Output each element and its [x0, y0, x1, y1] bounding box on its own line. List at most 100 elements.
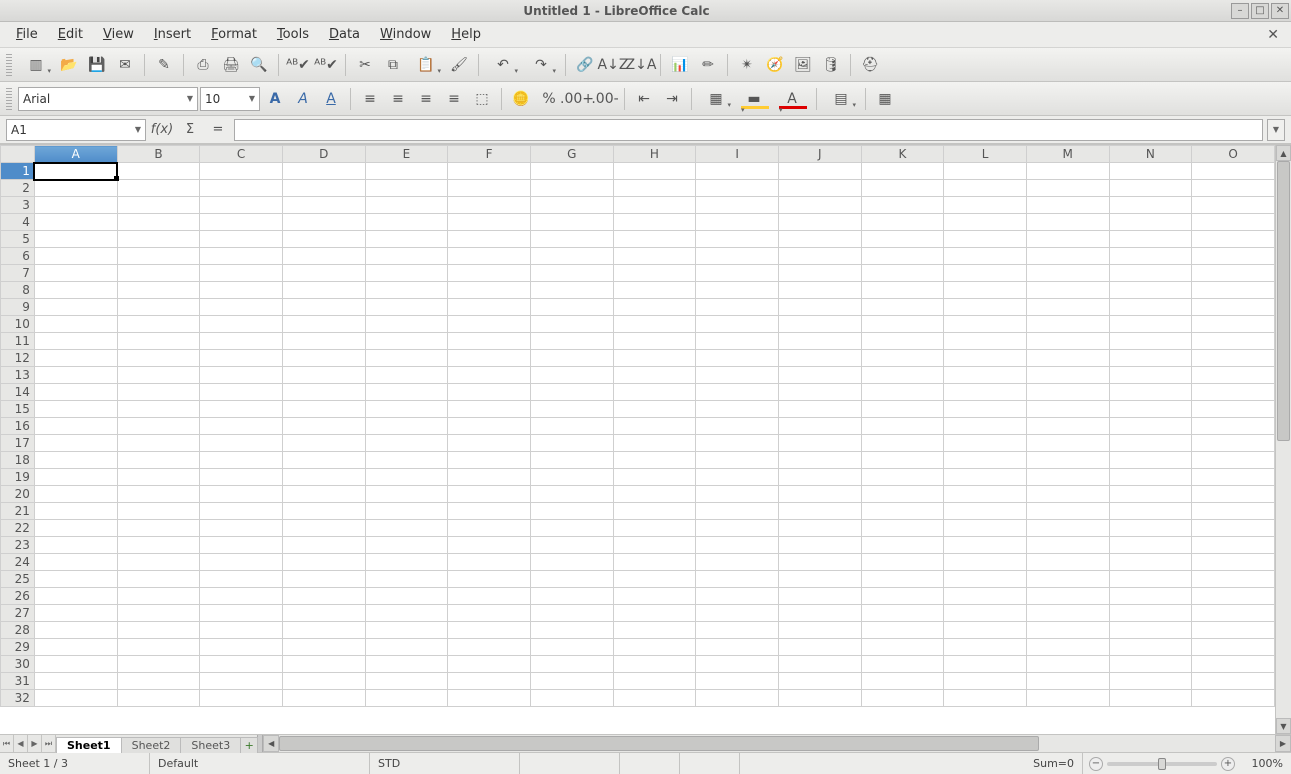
row-header-11[interactable]: 11	[1, 333, 35, 350]
cell-D8[interactable]	[282, 282, 365, 299]
cell-O10[interactable]	[1192, 316, 1275, 333]
cell-D26[interactable]	[282, 588, 365, 605]
cell-M20[interactable]	[1026, 486, 1109, 503]
cell-C8[interactable]	[200, 282, 283, 299]
email-button[interactable]: ✉	[112, 52, 138, 78]
cell-L15[interactable]	[944, 401, 1027, 418]
cell-C3[interactable]	[200, 197, 283, 214]
cell-A22[interactable]	[34, 520, 117, 537]
cell-G32[interactable]	[530, 690, 613, 707]
column-header-G[interactable]: G	[530, 146, 613, 163]
sheet-tab-sheet2[interactable]: Sheet2	[121, 737, 182, 753]
cell-D12[interactable]	[282, 350, 365, 367]
cell-K3[interactable]	[861, 197, 944, 214]
cell-N17[interactable]	[1109, 435, 1192, 452]
menu-tools[interactable]: Tools	[269, 24, 317, 45]
bg-color-button[interactable]: ▬	[736, 86, 772, 112]
cell-D21[interactable]	[282, 503, 365, 520]
cell-O13[interactable]	[1192, 367, 1275, 384]
cell-E24[interactable]	[365, 554, 448, 571]
cell-N22[interactable]	[1109, 520, 1192, 537]
cell-O7[interactable]	[1192, 265, 1275, 282]
column-header-M[interactable]: M	[1026, 146, 1109, 163]
cell-J20[interactable]	[778, 486, 861, 503]
cell-G4[interactable]	[530, 214, 613, 231]
redo-button[interactable]: ↷	[523, 52, 559, 78]
cell-K9[interactable]	[861, 299, 944, 316]
cell-C16[interactable]	[200, 418, 283, 435]
cell-N20[interactable]	[1109, 486, 1192, 503]
auto-spellcheck-button[interactable]: ᴬᴮ✔	[313, 52, 339, 78]
zoom-slider[interactable]	[1107, 762, 1217, 766]
cell-O14[interactable]	[1192, 384, 1275, 401]
cell-L30[interactable]	[944, 656, 1027, 673]
font-color-button[interactable]: A	[774, 86, 810, 112]
cell-G12[interactable]	[530, 350, 613, 367]
column-header-N[interactable]: N	[1109, 146, 1192, 163]
cell-A12[interactable]	[34, 350, 117, 367]
cell-K12[interactable]	[861, 350, 944, 367]
cell-H5[interactable]	[613, 231, 696, 248]
cell-E28[interactable]	[365, 622, 448, 639]
copy-button[interactable]: ⧉	[380, 52, 406, 78]
name-box[interactable]: A1 ▼	[6, 119, 146, 141]
status-insert-mode[interactable]: STD	[370, 753, 520, 774]
cell-E15[interactable]	[365, 401, 448, 418]
format-paintbrush-button[interactable]: 🖌	[446, 52, 472, 78]
row-header-3[interactable]: 3	[1, 197, 35, 214]
cell-J32[interactable]	[778, 690, 861, 707]
cell-A15[interactable]	[34, 401, 117, 418]
cell-B6[interactable]	[117, 248, 200, 265]
cell-C11[interactable]	[200, 333, 283, 350]
cell-A30[interactable]	[34, 656, 117, 673]
row-header-17[interactable]: 17	[1, 435, 35, 452]
cell-F14[interactable]	[448, 384, 531, 401]
remove-decimal-button[interactable]: .00-	[592, 86, 618, 112]
cell-I20[interactable]	[696, 486, 779, 503]
cell-K31[interactable]	[861, 673, 944, 690]
row-header-19[interactable]: 19	[1, 469, 35, 486]
cell-C21[interactable]	[200, 503, 283, 520]
cell-A1[interactable]	[34, 163, 117, 180]
cell-I24[interactable]	[696, 554, 779, 571]
cell-N14[interactable]	[1109, 384, 1192, 401]
cell-J21[interactable]	[778, 503, 861, 520]
cell-L31[interactable]	[944, 673, 1027, 690]
cell-E6[interactable]	[365, 248, 448, 265]
cell-L21[interactable]	[944, 503, 1027, 520]
row-header-9[interactable]: 9	[1, 299, 35, 316]
cell-G2[interactable]	[530, 180, 613, 197]
cell-I11[interactable]	[696, 333, 779, 350]
cell-L7[interactable]	[944, 265, 1027, 282]
cell-L22[interactable]	[944, 520, 1027, 537]
cell-I4[interactable]	[696, 214, 779, 231]
find-button[interactable]: ✴	[734, 52, 760, 78]
cell-I13[interactable]	[696, 367, 779, 384]
cell-B10[interactable]	[117, 316, 200, 333]
cell-N16[interactable]	[1109, 418, 1192, 435]
cell-M23[interactable]	[1026, 537, 1109, 554]
cell-B14[interactable]	[117, 384, 200, 401]
cell-I25[interactable]	[696, 571, 779, 588]
cell-D3[interactable]	[282, 197, 365, 214]
cell-G9[interactable]	[530, 299, 613, 316]
show-draw-button[interactable]: ✏	[695, 52, 721, 78]
tab-prev-button[interactable]: ◀	[14, 735, 28, 752]
menu-insert[interactable]: Insert	[146, 24, 199, 45]
cell-D30[interactable]	[282, 656, 365, 673]
cell-F2[interactable]	[448, 180, 531, 197]
cell-N9[interactable]	[1109, 299, 1192, 316]
cell-H4[interactable]	[613, 214, 696, 231]
cell-K30[interactable]	[861, 656, 944, 673]
cell-B22[interactable]	[117, 520, 200, 537]
cell-E10[interactable]	[365, 316, 448, 333]
undo-button[interactable]: ↶	[485, 52, 521, 78]
function-equals-button[interactable]: =	[206, 119, 230, 141]
row-header-25[interactable]: 25	[1, 571, 35, 588]
gallery-button[interactable]: 🖼	[790, 52, 816, 78]
cell-H32[interactable]	[613, 690, 696, 707]
cell-K11[interactable]	[861, 333, 944, 350]
cell-C29[interactable]	[200, 639, 283, 656]
cell-G18[interactable]	[530, 452, 613, 469]
cell-K10[interactable]	[861, 316, 944, 333]
